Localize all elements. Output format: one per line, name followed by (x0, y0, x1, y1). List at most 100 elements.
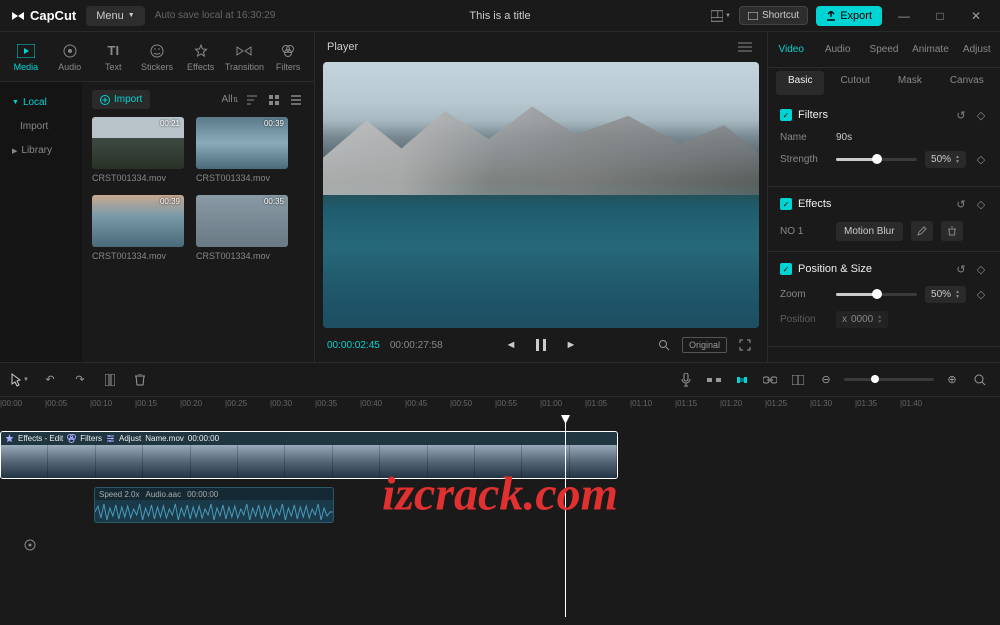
project-title[interactable]: This is a title (469, 10, 530, 22)
proptab-animate[interactable]: Animate (907, 32, 953, 67)
proptab-speed[interactable]: Speed (861, 32, 907, 67)
tab-stickers[interactable]: Stickers (135, 32, 179, 81)
effect-name: Motion Blur (836, 222, 903, 241)
watermark: izcrack.com (382, 467, 618, 522)
list-view-icon[interactable] (288, 92, 304, 108)
tab-text[interactable]: TIText (91, 32, 135, 81)
media-thumb[interactable]: 00:39CRST001334.mov (92, 195, 184, 261)
sticker-icon (148, 42, 166, 60)
menu-button[interactable]: Menu ▼ (86, 6, 144, 26)
keyframe-icon[interactable]: ◇ (974, 108, 988, 122)
titlebar: CapCut Menu ▼ Auto save local at 16:30:2… (0, 0, 1000, 32)
section-position: ✓Position & Size↺◇ Zoom50%▲▼◇ Positionx0… (768, 252, 1000, 347)
keyframe-icon[interactable]: ◇ (974, 288, 988, 302)
reset-icon[interactable]: ↺ (954, 108, 968, 122)
filter-badge-icon (67, 434, 76, 443)
player-title: Player (327, 41, 358, 53)
import-button[interactable]: Import (92, 90, 150, 109)
player-panel: Player 00:00:02:45 00:00:27:58 ◄ ► Origi… (315, 32, 768, 362)
media-thumb[interactable]: 00:39CRST001334.mov (196, 117, 288, 183)
zoom-in[interactable]: ⊕ (942, 370, 962, 390)
pencil-icon (917, 226, 927, 236)
original-button[interactable]: Original (682, 337, 727, 353)
proptab-video[interactable]: Video (768, 32, 814, 67)
delete-effect-button[interactable] (941, 221, 963, 241)
autosave-text: Auto save local at 16:30:29 (155, 10, 276, 21)
zoom-fit[interactable] (970, 370, 990, 390)
timeline-zoom-slider[interactable] (844, 378, 934, 381)
redo-button[interactable]: ↷ (70, 370, 90, 390)
zoom-out[interactable]: ⊖ (816, 370, 836, 390)
mic-icon[interactable] (676, 370, 696, 390)
link-icon[interactable] (760, 370, 780, 390)
edit-effect-button[interactable] (911, 221, 933, 241)
filter-all[interactable]: All ⇅ (222, 92, 238, 108)
play-pause-button[interactable] (532, 336, 550, 354)
time-current: 00:00:02:45 (327, 340, 380, 351)
reset-icon[interactable]: ↺ (954, 262, 968, 276)
sidebar-library[interactable]: ▶Library (0, 138, 82, 163)
filters-checkbox[interactable]: ✓ (780, 109, 792, 121)
reset-icon[interactable]: ↺ (954, 197, 968, 211)
subtab-canvas[interactable]: Canvas (938, 71, 996, 95)
fx-track-icon[interactable] (20, 535, 40, 555)
shortcut-button[interactable]: Shortcut (739, 6, 808, 25)
subtab-basic[interactable]: Basic (776, 71, 824, 95)
effects-checkbox[interactable]: ✓ (780, 198, 792, 210)
audio-icon (61, 42, 79, 60)
capcut-icon (10, 8, 26, 24)
prev-frame-button[interactable]: ◄ (502, 336, 520, 354)
close-button[interactable]: ✕ (962, 2, 990, 30)
effects-icon (192, 42, 210, 60)
snap-icon[interactable] (704, 370, 724, 390)
proptab-audio[interactable]: Audio (814, 32, 860, 67)
media-thumb[interactable]: 00:21CRST001334.mov (92, 117, 184, 183)
sidebar-local[interactable]: ▼Local (0, 90, 82, 115)
strength-slider[interactable] (836, 158, 917, 161)
export-button[interactable]: Export (816, 6, 882, 26)
media-thumb[interactable]: 00:35CRST001334.mov (196, 195, 288, 261)
properties-panel: Video Audio Speed Animate Adjust Basic C… (768, 32, 1000, 362)
delete-tool[interactable] (130, 370, 150, 390)
timeline: ▼ ↶ ↷ ⊖ ⊕ |00:00|00:05|00:10|00:15|00:20… (0, 362, 1000, 625)
magnet-icon[interactable] (732, 370, 752, 390)
strength-value[interactable]: 50%▲▼ (925, 151, 966, 168)
fullscreen-icon[interactable] (735, 335, 755, 355)
tab-transition[interactable]: Transition (223, 32, 267, 81)
zoom-reset-icon[interactable] (654, 335, 674, 355)
subtab-cutout[interactable]: Cutout (828, 71, 881, 95)
split-tool[interactable] (100, 370, 120, 390)
keyframe-icon[interactable]: ◇ (974, 197, 988, 211)
time-total: 00:00:27:58 (390, 340, 443, 351)
minimize-button[interactable]: — (890, 2, 918, 30)
player-viewport[interactable] (323, 62, 759, 328)
tab-effects[interactable]: Effects (179, 32, 223, 81)
zoom-value[interactable]: 50%▲▼ (925, 286, 966, 303)
pointer-tool[interactable]: ▼ (10, 370, 30, 390)
player-menu-icon[interactable] (735, 37, 755, 57)
preview-icon[interactable] (788, 370, 808, 390)
layout-icon[interactable]: ▼ (711, 6, 731, 26)
keyframe-icon[interactable]: ◇ (974, 153, 988, 167)
tab-filters[interactable]: Filters (266, 32, 310, 81)
zoom-slider[interactable] (836, 293, 917, 296)
undo-button[interactable]: ↶ (40, 370, 60, 390)
tab-media[interactable]: Media (4, 32, 48, 81)
keyframe-icon[interactable]: ◇ (974, 262, 988, 276)
proptab-adjust[interactable]: Adjust (954, 32, 1000, 67)
waveform-icon (95, 500, 333, 523)
position-checkbox[interactable]: ✓ (780, 263, 792, 275)
pos-x[interactable]: x0000▲▼ (836, 311, 888, 328)
grid-view-icon[interactable] (266, 92, 282, 108)
sidebar-import[interactable]: Import (0, 115, 82, 138)
tab-audio[interactable]: Audio (48, 32, 92, 81)
sort-icon[interactable] (244, 92, 260, 108)
timeline-ruler[interactable]: |00:00|00:05|00:10|00:15|00:20|00:25|00:… (0, 397, 1000, 417)
maximize-button[interactable]: □ (926, 2, 954, 30)
subtab-mask[interactable]: Mask (886, 71, 934, 95)
app-logo: CapCut (10, 8, 76, 24)
next-frame-button[interactable]: ► (562, 336, 580, 354)
section-effects: ✓Effects↺◇ NO 1Motion Blur (768, 187, 1000, 252)
tool-tabs: Media Audio TIText Stickers Effects Tran… (0, 32, 314, 82)
audio-clip[interactable]: Speed 2.0xAudio.aac00:00:00 (94, 487, 334, 523)
